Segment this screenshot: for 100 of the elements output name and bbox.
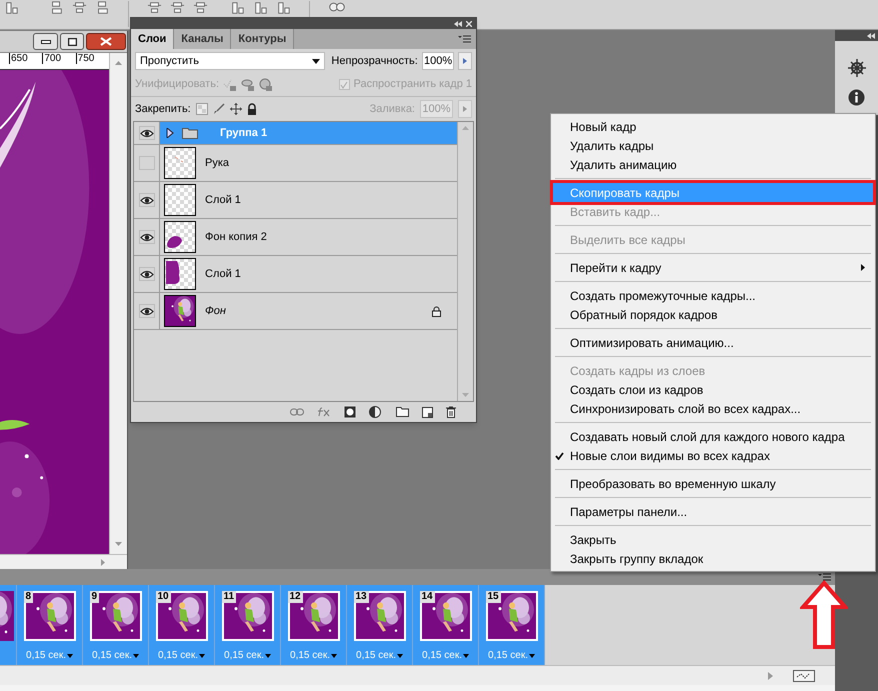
menu-item-label: Новые слои видимы во всех кадрах	[570, 448, 770, 464]
panel-menu-icon[interactable]	[818, 573, 832, 581]
dropdown-icon[interactable]	[132, 654, 139, 658]
dropdown-icon[interactable]	[66, 654, 73, 658]
fill-slider-button[interactable]	[458, 100, 472, 118]
menu-item[interactable]: Создать слои из кадров	[553, 380, 873, 399]
menu-item[interactable]: Новый кадр	[553, 117, 873, 136]
collapse-icon[interactable]	[454, 20, 462, 26]
folder-icon[interactable]	[396, 407, 409, 417]
animation-frame[interactable]	[0, 585, 17, 665]
menu-item-label: Оптимизировать анимацию...	[570, 334, 734, 352]
animation-frame[interactable]: 8 0,15 сек.	[17, 585, 83, 665]
eye-icon	[140, 306, 154, 316]
mask-icon[interactable]	[344, 406, 356, 418]
panel-menu-icon[interactable]	[458, 35, 472, 43]
menu-item-label: Обратный порядок кадров	[570, 306, 718, 324]
animation-frame[interactable]: 10 0,15 сек.	[149, 585, 215, 665]
dropdown-icon[interactable]	[528, 654, 535, 658]
layer-row[interactable]: Слой 1	[134, 182, 457, 219]
adjustment-icon[interactable]	[369, 406, 383, 418]
menu-item-label: Создать кадры из слоев	[570, 362, 706, 380]
menu-item[interactable]: Перейти к кадру	[553, 258, 873, 277]
trash-icon[interactable]	[446, 406, 456, 418]
convert-timeline-icon[interactable]	[793, 670, 815, 682]
dropdown-icon[interactable]	[198, 654, 205, 658]
align-icon[interactable]	[49, 1, 64, 15]
dropdown-icon[interactable]	[396, 654, 403, 658]
menu-item[interactable]: Преобразовать во временную шкалу	[553, 474, 873, 493]
new-layer-icon[interactable]	[422, 406, 433, 418]
animation-frame[interactable]: 11 0,15 сек.	[215, 585, 281, 665]
dropdown-icon[interactable]	[330, 654, 337, 658]
align-icon[interactable]	[230, 1, 245, 15]
layer-row[interactable]: Рука	[134, 145, 457, 182]
layer-row[interactable]: Фон копия 2	[134, 219, 457, 256]
align-icon[interactable]	[276, 1, 291, 15]
menu-item[interactable]: Создавать новый слой для каждого нового кадра	[553, 427, 873, 446]
scrollbar[interactable]	[0, 554, 127, 569]
menu-item[interactable]: Параметры панели...	[553, 502, 873, 521]
align-icon[interactable]	[147, 1, 162, 15]
menu-item[interactable]: Создать промежуточные кадры...	[553, 286, 873, 305]
info-icon[interactable]	[848, 89, 865, 106]
align-icon[interactable]	[193, 1, 208, 15]
menu-item[interactable]: Закрыть	[553, 530, 873, 549]
arrow-icon	[463, 58, 468, 64]
animation-frame[interactable]: 15 0,15 сек.	[479, 585, 545, 665]
animation-frame[interactable]: 9 0,15 сек.	[83, 585, 149, 665]
close-button[interactable]	[86, 33, 126, 50]
close-icon	[100, 37, 112, 46]
unify-style-icon[interactable]	[259, 78, 274, 92]
visibility-toggle[interactable]	[138, 126, 154, 140]
folder-icon	[182, 127, 198, 139]
brush-icon[interactable]	[212, 103, 225, 115]
unify-visibility-icon[interactable]	[241, 78, 256, 92]
close-icon[interactable]	[466, 20, 472, 26]
dropdown-icon[interactable]	[462, 654, 469, 658]
blend-mode-select[interactable]: Пропустить	[135, 52, 326, 70]
menu-item[interactable]: Удалить анимацию	[553, 155, 873, 174]
eye-icon	[140, 270, 154, 278]
align-icon[interactable]	[170, 1, 185, 15]
navigator-icon[interactable]	[848, 59, 866, 77]
animation-frame[interactable]: 12 0,15 сек.	[281, 585, 347, 665]
animation-frame[interactable]: 14 0,15 сек.	[413, 585, 479, 665]
panel-tab[interactable]: Слои	[131, 29, 174, 49]
unify-label: Унифицировать:	[135, 77, 220, 92]
link-icon[interactable]	[290, 408, 304, 416]
visibility-toggle[interactable]	[138, 156, 154, 170]
animation-frame[interactable]: 13 0,15 сек.	[347, 585, 413, 665]
opacity-field[interactable]: 100%	[422, 52, 454, 70]
menu-item[interactable]: Оптимизировать анимацию...	[553, 333, 873, 352]
move-icon[interactable]	[230, 103, 242, 115]
collapse-icon[interactable]	[867, 32, 875, 38]
propagate-label: Распространить кадр 1	[354, 77, 472, 92]
layer-row[interactable]: Слой 1	[134, 256, 457, 293]
menu-item[interactable]: Закрыть группу вкладок	[553, 549, 873, 568]
menu-item[interactable]: Новые слои видимы во всех кадрах	[553, 446, 873, 465]
dropdown-icon[interactable]	[264, 654, 271, 658]
opacity-slider-button[interactable]	[458, 52, 472, 70]
auto-align-icon[interactable]	[328, 1, 346, 13]
minimize-button[interactable]	[33, 33, 58, 50]
visibility-toggle[interactable]	[138, 230, 154, 244]
panel-tab[interactable]: Каналы	[174, 29, 232, 49]
menu-item[interactable]: Обратный порядок кадров	[553, 305, 873, 324]
lock-icon[interactable]	[246, 103, 257, 115]
frame-number: 11	[222, 591, 236, 603]
fx-icon[interactable]	[317, 407, 331, 417]
align-icon[interactable]	[4, 1, 19, 15]
align-icon[interactable]	[72, 1, 87, 15]
expand-icon[interactable]	[166, 128, 174, 138]
align-icon[interactable]	[95, 1, 110, 15]
menu-item-label: Удалить анимацию	[570, 156, 677, 174]
menu-item[interactable]: Синхронизировать слой во всех кадрах...	[553, 399, 873, 418]
panel-tab[interactable]: Контуры	[231, 29, 294, 49]
visibility-toggle[interactable]	[138, 267, 154, 281]
menu-item[interactable]: Удалить кадры	[553, 136, 873, 155]
visibility-toggle[interactable]	[138, 193, 154, 207]
layer-row[interactable]: Фон	[134, 293, 457, 330]
visibility-toggle[interactable]	[138, 304, 154, 318]
align-icon[interactable]	[253, 1, 268, 15]
maximize-button[interactable]	[60, 33, 84, 50]
check-icon	[555, 452, 564, 460]
